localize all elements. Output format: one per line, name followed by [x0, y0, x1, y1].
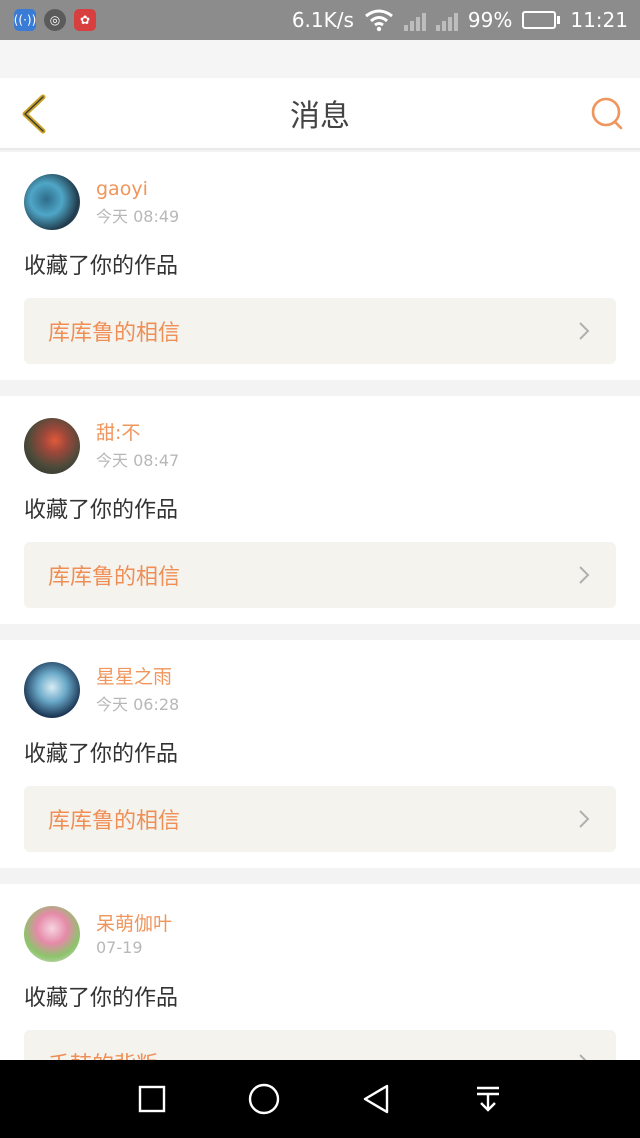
header-spacer: [0, 40, 640, 78]
back-button[interactable]: [14, 92, 54, 136]
work-title: 库库鲁的相信: [48, 565, 181, 590]
app-header: 消息: [0, 78, 640, 150]
notification-icons: ((·)) ◎ ✿: [0, 9, 96, 31]
message-list[interactable]: gaoyi 今天 08:49 收藏了你的作品 库库鲁的相信 甜:不 今天 08:…: [0, 152, 640, 1060]
message-header: 甜:不 今天 08:47: [24, 418, 616, 474]
message-time: 07-19: [96, 937, 143, 957]
status-right: 6.1K/s 99% 11:21: [292, 8, 640, 32]
user-name[interactable]: 星星之雨: [96, 665, 179, 689]
message-card: 星星之雨 今天 06:28 收藏了你的作品 库库鲁的相信: [0, 640, 640, 868]
work-title: 库库鲁的相信: [48, 809, 181, 834]
search-icon[interactable]: [590, 96, 626, 132]
square-icon: [138, 1085, 166, 1113]
system-nav-bar: [0, 1060, 640, 1138]
wifi-icon: [364, 9, 393, 32]
notification-pull-button[interactable]: [471, 1082, 505, 1116]
action-text: 收藏了你的作品: [24, 986, 179, 1011]
message-card: gaoyi 今天 08:49 收藏了你的作品 库库鲁的相信: [0, 152, 640, 380]
message-time: 今天 08:47: [96, 451, 180, 470]
clock: 11:21: [570, 8, 628, 32]
avatar[interactable]: [24, 906, 80, 962]
signal-icon-1: [403, 9, 426, 31]
hotspot-icon: ((·)): [14, 9, 36, 31]
message-meta: gaoyi 今天 08:49: [96, 177, 179, 227]
huawei-icon: ✿: [74, 9, 96, 31]
referenced-work[interactable]: 库库鲁的相信: [24, 542, 616, 608]
triangle-back-icon: [363, 1084, 389, 1114]
chevron-right-icon: [579, 566, 590, 584]
chevron-right-icon: [579, 810, 590, 828]
message-meta: 甜:不 今天 08:47: [96, 421, 179, 471]
pull-down-icon: [477, 1086, 499, 1112]
user-name[interactable]: 甜:不: [96, 421, 179, 445]
work-title: 千韩的背叛: [48, 1047, 158, 1060]
signal-icon-2: [435, 9, 458, 31]
action-text: 收藏了你的作品: [24, 498, 179, 523]
avatar[interactable]: [24, 662, 80, 718]
referenced-work[interactable]: 千韩的背叛: [24, 1030, 616, 1060]
user-name[interactable]: gaoyi: [96, 177, 179, 201]
user-name[interactable]: 呆萌伽叶: [96, 912, 172, 936]
page-title: 消息: [290, 99, 350, 134]
message-card: 甜:不 今天 08:47 收藏了你的作品 库库鲁的相信: [0, 396, 640, 624]
chevron-right-icon: [579, 1054, 587, 1060]
message-meta: 星星之雨 今天 06:28: [96, 665, 179, 715]
avatar[interactable]: [24, 174, 80, 230]
action-text: 收藏了你的作品: [24, 254, 179, 279]
back-chevron-icon: [22, 94, 46, 134]
referenced-work[interactable]: 库库鲁的相信: [24, 786, 616, 852]
app-notification-icon: ◎: [44, 9, 66, 31]
home-button[interactable]: [247, 1082, 281, 1116]
message-time: 今天 06:28: [96, 695, 180, 714]
battery-percent: 99%: [467, 8, 513, 32]
back-nav-button[interactable]: [359, 1082, 393, 1116]
avatar[interactable]: [24, 418, 80, 474]
message-header: 星星之雨 今天 06:28: [24, 662, 616, 718]
message-card: 呆萌伽叶 07-19 收藏了你的作品 千韩的背叛: [0, 884, 640, 1060]
action-text: 收藏了你的作品: [24, 742, 179, 767]
referenced-work[interactable]: 库库鲁的相信: [24, 298, 616, 364]
battery-icon: [522, 11, 561, 29]
message-meta: 呆萌伽叶 07-19: [96, 912, 172, 957]
chevron-right-icon: [579, 322, 590, 340]
message-time: 今天 08:49: [96, 207, 180, 226]
message-header: 呆萌伽叶 07-19: [24, 906, 616, 962]
network-speed: 6.1K/s: [291, 8, 354, 32]
status-bar: ((·)) ◎ ✿ 6.1K/s 99% 11:21: [0, 0, 640, 40]
circle-icon: [248, 1083, 280, 1115]
message-header: gaoyi 今天 08:49: [24, 174, 616, 230]
recents-button[interactable]: [135, 1082, 169, 1116]
work-title: 库库鲁的相信: [48, 321, 181, 346]
